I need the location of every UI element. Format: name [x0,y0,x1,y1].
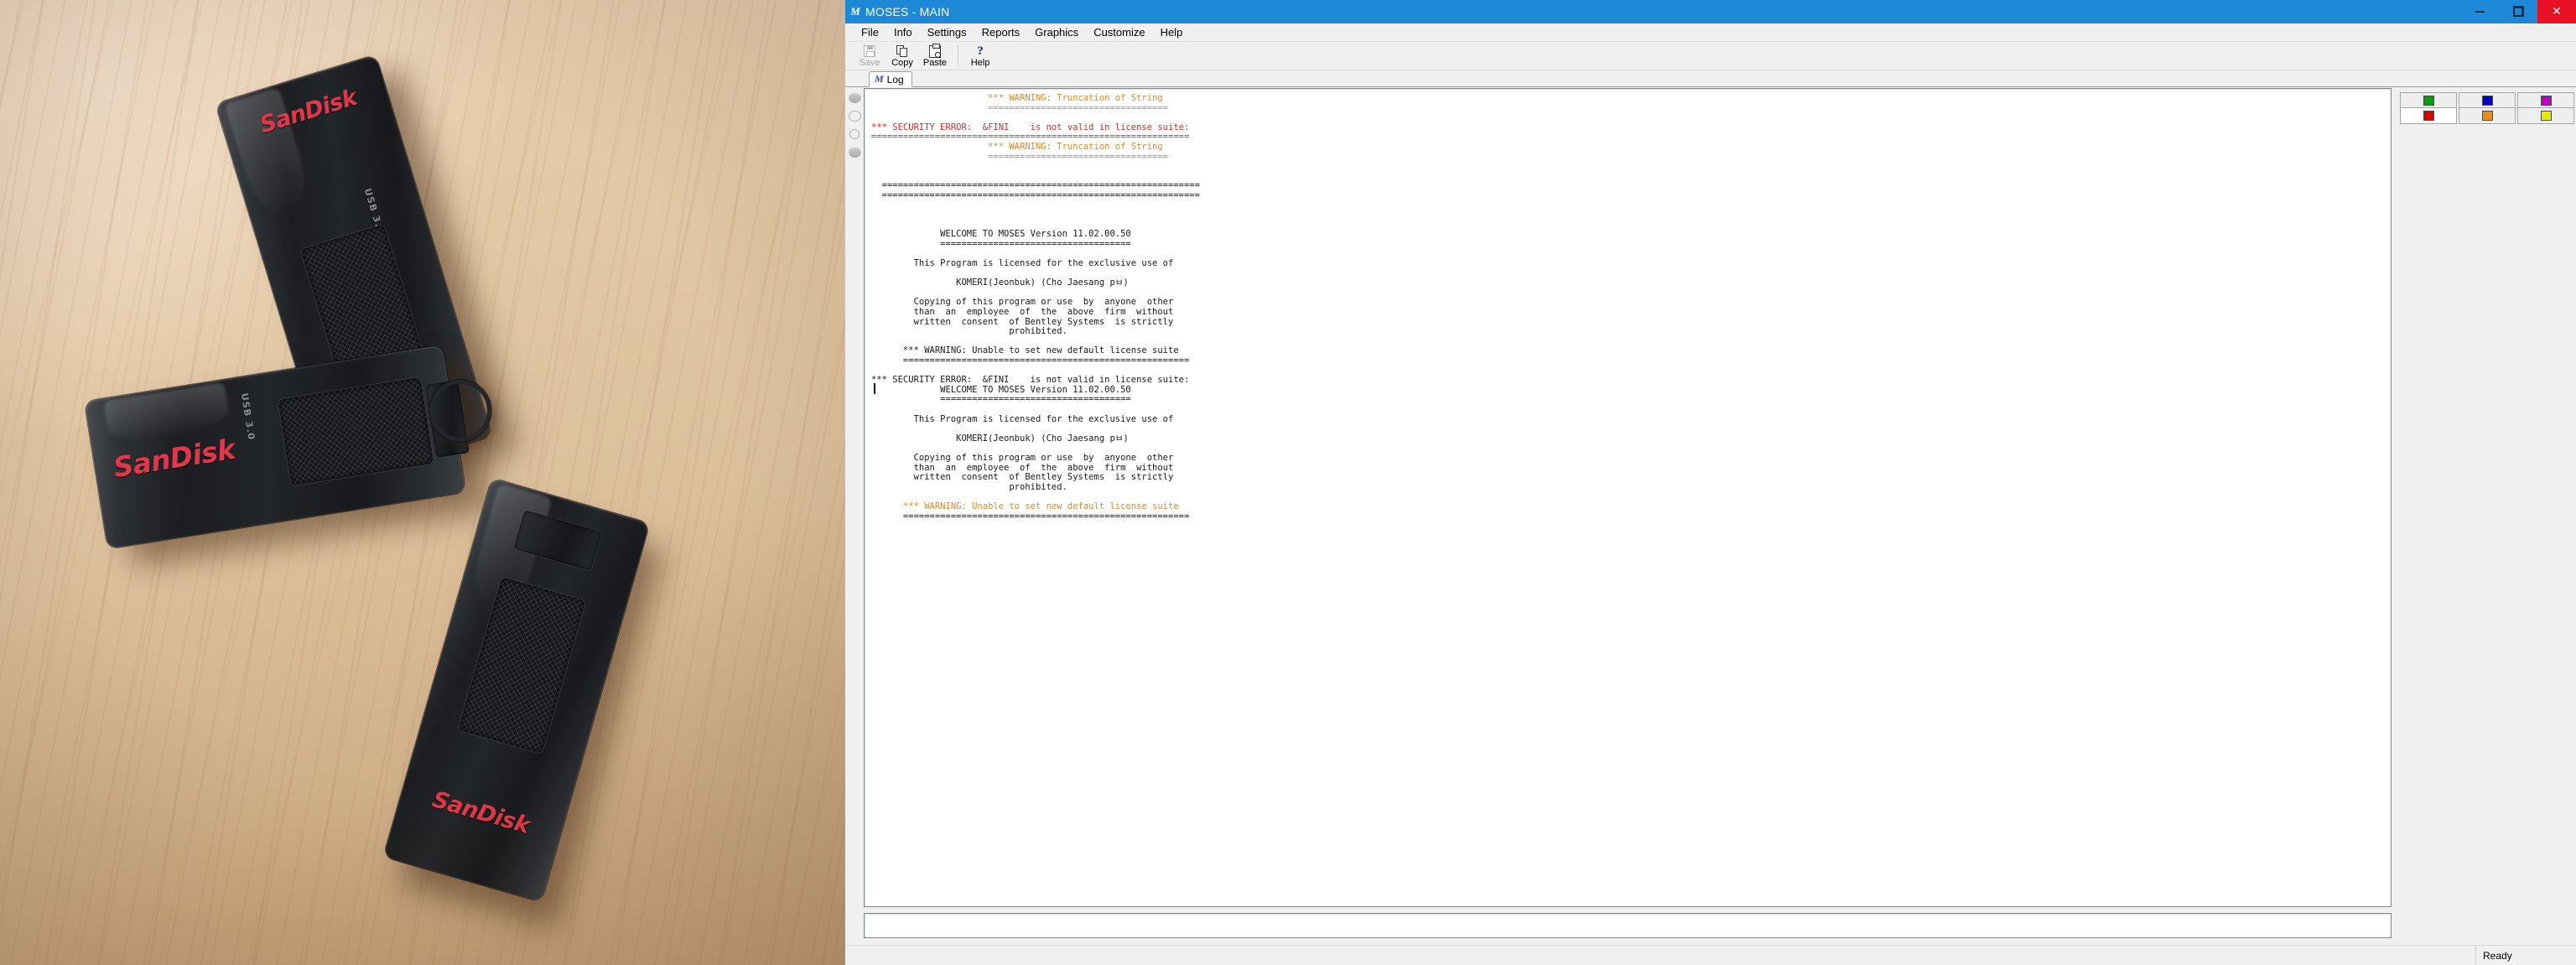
color-palette-panel [2398,87,2576,945]
menu-item-customize[interactable]: Customize [1086,23,1152,42]
palette-cell-yellow[interactable] [2518,108,2573,123]
log-line: KOMERI(Jeonbuk) (Cho Jaesang pㅂ) [956,278,1129,288]
tab-strip: M Log [845,70,2576,87]
log-line: than an employee of the above firm witho… [913,307,1174,318]
log-line: *** WARNING: Truncation of String [988,93,1163,103]
paste-icon [929,43,941,58]
minimize-button[interactable] [2460,0,2499,23]
menu-bar: File Info Settings Reports Graphics Cust… [845,23,2576,42]
photo-vignette [0,0,845,965]
rotate-icon[interactable] [848,111,861,122]
log-chart-icon: M [875,73,884,85]
log-line: ========================================… [871,132,1190,143]
help-button-label: Help [970,58,990,68]
log-line: This Program is licensed for the exclusi… [913,413,1174,424]
restore-icon [2513,6,2524,17]
zoom-icon[interactable] [849,129,860,139]
copy-icon [896,44,908,58]
log-line: written consent of Bentley Systems is st… [913,472,1174,483]
palette-cell-red[interactable] [2401,108,2456,123]
log-line: ==================================== [940,394,1131,405]
desktop-wallpaper: SanDisk USB 3.0 SanDisk USB 3.0 SanDisk … [0,0,845,965]
window-controls: ✕ [2460,0,2576,23]
palette-cell-blue[interactable] [2459,93,2515,108]
log-line: than an employee of the above firm witho… [913,462,1174,473]
log-line: ========================================… [902,355,1190,366]
paste-button[interactable]: Paste [919,41,951,68]
log-line: *** WARNING: Unable to set new default l… [902,345,1179,356]
menu-item-reports[interactable]: Reports [974,23,1028,42]
log-panel[interactable]: *** WARNING: Truncation of String ======… [864,88,2392,907]
palette-cell-green[interactable] [2401,93,2456,108]
log-line: ================================== [988,151,1169,162]
log-line: ========================================… [881,189,1200,200]
ellipse-icon[interactable] [848,92,861,103]
close-button[interactable]: ✕ [2537,0,2576,23]
log-line: *** SECURITY ERROR: &FINI is not valid i… [871,122,1190,132]
palette-cell-orange[interactable] [2459,108,2515,123]
maximize-button[interactable] [2499,0,2537,23]
swatch-magenta [2540,95,2552,106]
copy-button[interactable]: Copy [886,41,918,68]
toolbar: Save Copy Paste ? Help [845,42,2576,70]
log-line: *** WARNING: Truncation of String [988,141,1163,152]
paste-button-label: Paste [922,58,948,68]
palette-column-3 [2517,92,2574,124]
save-button-label: Save [859,58,880,68]
log-line: Copying of this program or use by anyone… [913,452,1174,463]
menu-item-help[interactable]: Help [1153,23,1191,42]
status-message: Ready [2475,946,2576,965]
menu-item-file[interactable]: File [854,23,886,42]
swatch-yellow [2540,111,2552,121]
minimize-icon [2475,11,2485,13]
palette-column-2 [2459,92,2516,124]
save-icon [864,44,875,58]
log-line: prohibited. [1009,326,1067,337]
log-line: KOMERI(Jeonbuk) (Cho Jaesang pㅂ) [956,433,1129,444]
save-button[interactable]: Save [854,41,886,68]
palette-grid [2400,92,2574,124]
log-line: Copying of this program or use by anyone… [913,297,1174,308]
help-button[interactable]: ? Help [964,41,996,68]
log-line: ========================================… [881,180,1200,191]
text-caret [874,383,875,394]
menu-item-graphics[interactable]: Graphics [1027,23,1086,42]
log-line: prohibited. [1009,481,1067,492]
log-line: This Program is licensed for the exclusi… [913,258,1174,269]
command-input-wrapper[interactable] [864,913,2392,938]
title-bar: M MOSES - MAIN ✕ [845,0,2576,23]
left-mini-toolbar [845,87,864,945]
help-icon: ? [977,44,984,58]
command-input[interactable] [865,914,2391,937]
log-line: ========================================… [902,511,1190,521]
palette-column-1 [2400,92,2457,124]
swatch-orange [2481,111,2493,121]
menu-item-settings[interactable]: Settings [920,23,974,42]
menu-item-info[interactable]: Info [886,23,920,42]
log-line: WELCOME TO MOSES Version 11.02.00.50 [940,384,1131,395]
copy-button-label: Copy [891,58,913,68]
palette-cell-magenta[interactable] [2518,93,2573,108]
tab-log-label: Log [886,73,904,86]
swatch-green [2423,95,2434,106]
pan-icon[interactable] [848,147,861,158]
swatch-blue [2481,95,2493,106]
log-line: ================================== [988,102,1169,113]
moses-main-window: M MOSES - MAIN ✕ File Info Settings Repo… [845,0,2576,965]
log-line: ==================================== [940,238,1131,249]
swatch-red [2423,111,2434,121]
log-line: *** SECURITY ERROR: &FINI is not valid i… [871,375,1190,386]
app-body: *** WARNING: Truncation of String ======… [845,87,2576,945]
main-column: *** WARNING: Truncation of String ======… [864,87,2398,945]
log-line: WELCOME TO MOSES Version 11.02.00.50 [940,229,1131,240]
window-title: MOSES - MAIN [865,5,950,18]
log-line: written consent of Bentley Systems is st… [913,316,1174,327]
moses-logo-icon: M [850,5,860,18]
log-output: *** WARNING: Truncation of String ======… [871,93,2384,521]
close-icon: ✕ [2552,5,2562,18]
log-line: *** WARNING: Unable to set new default l… [902,501,1179,511]
status-bar: Ready [845,945,2576,965]
tab-log[interactable]: M Log [869,71,912,87]
